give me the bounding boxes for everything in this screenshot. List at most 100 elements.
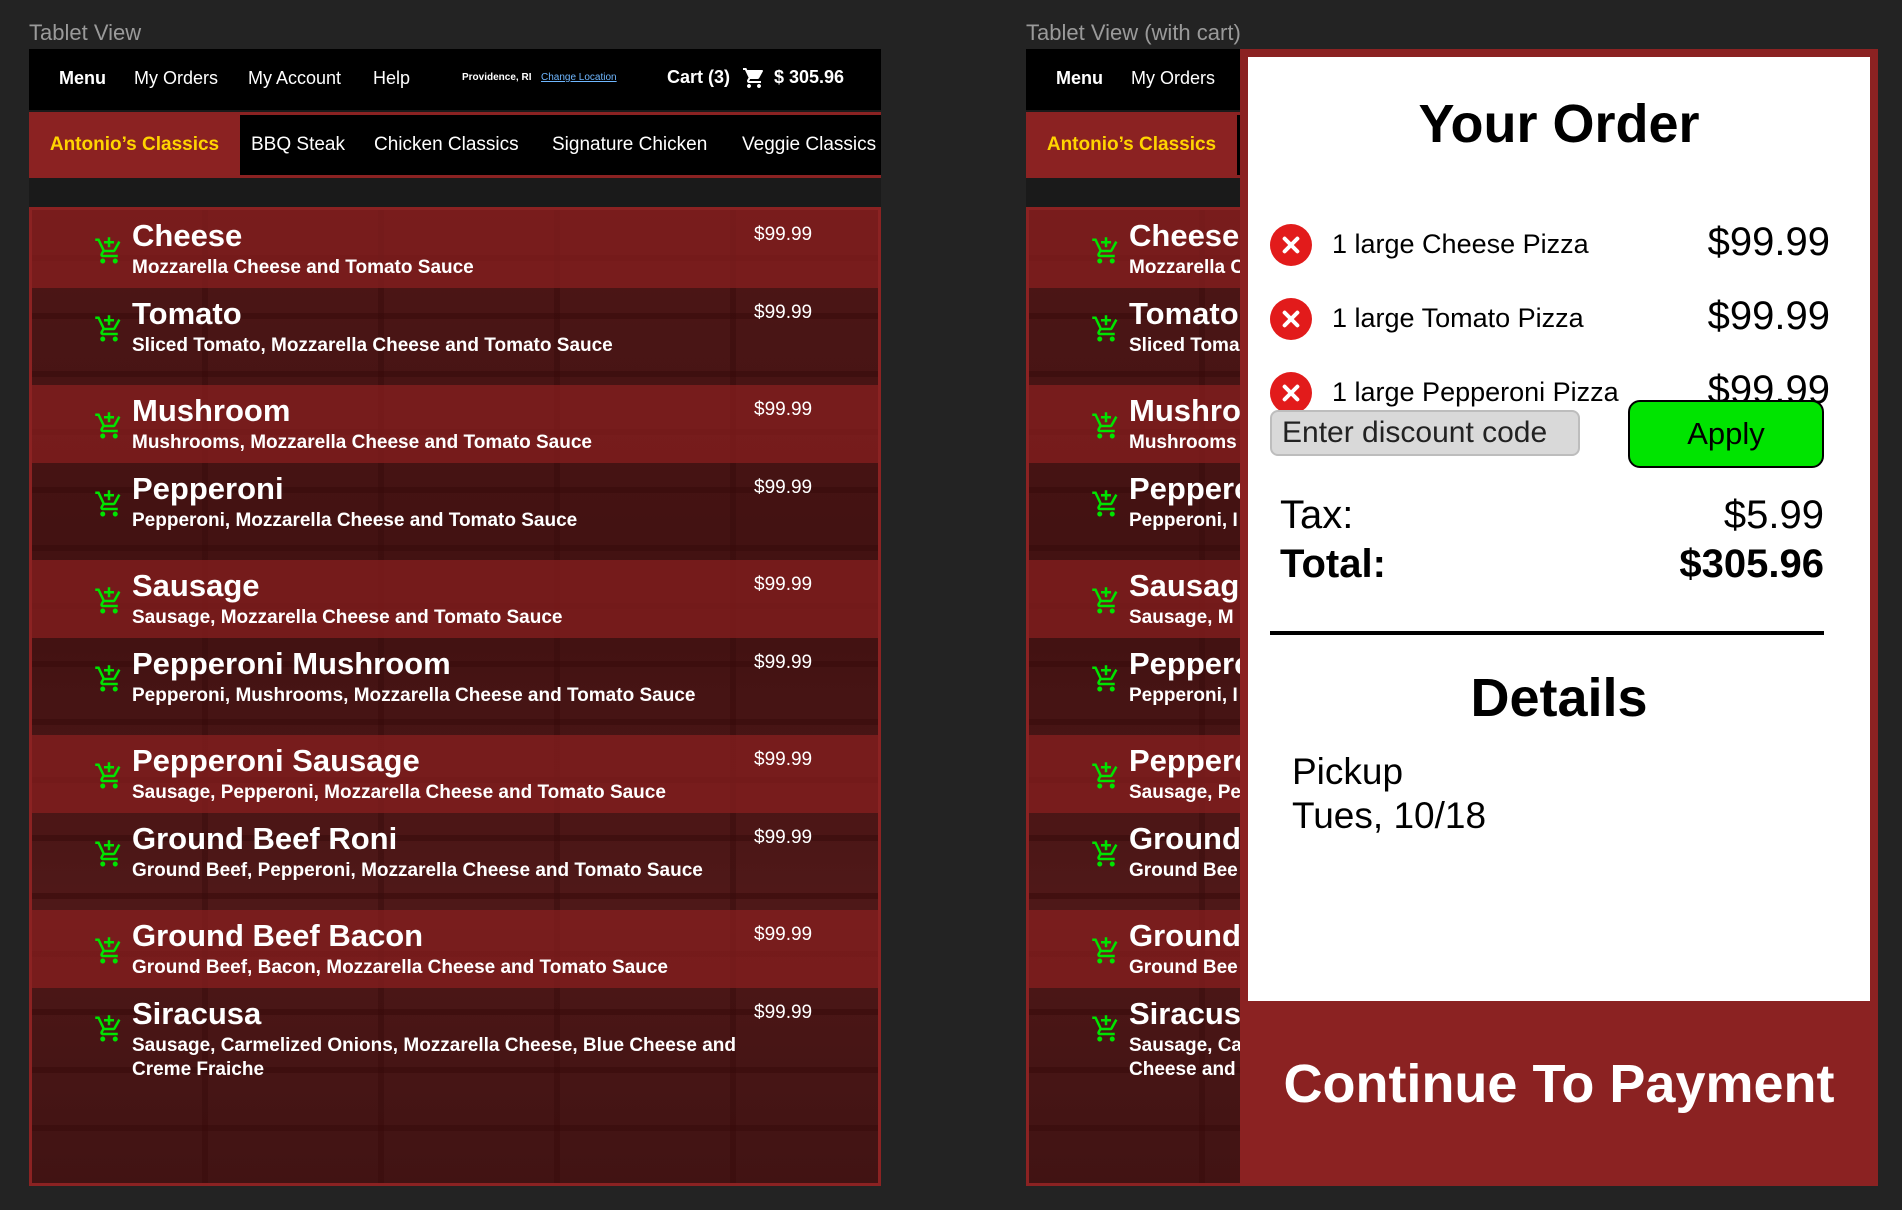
order-item: 1 large Tomato Pizza $99.99: [1270, 294, 1830, 346]
add-to-cart-icon[interactable]: [94, 411, 124, 441]
order-item: 1 large Cheese Pizza $99.99: [1270, 220, 1830, 272]
add-to-cart-icon[interactable]: [1091, 489, 1121, 519]
add-to-cart-icon[interactable]: [1091, 411, 1121, 441]
order-item-label: 1 large Cheese Pizza: [1332, 229, 1589, 259]
menu-item[interactable]: Ground Beef Roni Ground Beef, Pepperoni, …: [32, 813, 878, 910]
add-to-cart-icon[interactable]: [1091, 936, 1121, 966]
nav-my-account[interactable]: My Account: [248, 68, 341, 89]
menu-item[interactable]: Tomato Sliced Tomato, Mozzarella Cheese a…: [32, 288, 878, 385]
add-to-cart-icon[interactable]: [94, 664, 124, 694]
order-summary: Your Order 1 large Cheese Pizza $99.99 1…: [1248, 57, 1870, 1001]
cart-icon[interactable]: [741, 66, 767, 90]
change-location-link[interactable]: Change Location: [541, 72, 617, 83]
nav-menu[interactable]: Menu: [1056, 68, 1103, 89]
menu-item-description: Mushrooms, Mozzarella Cheese and Tomato …: [132, 432, 592, 453]
nav-menu[interactable]: Menu: [59, 68, 106, 89]
total-label: Total:: [1280, 542, 1386, 586]
cart-total: $ 305.96: [774, 67, 845, 87]
menu-item[interactable]: Mushroom Mushrooms, Mozzarella Cheese and…: [32, 385, 878, 463]
menu-item-price: $99.99: [754, 924, 813, 945]
menu-item-name: Mushroom: [132, 393, 291, 428]
location-text: Providence, RI: [462, 72, 532, 83]
menu-item-name: Pepperc: [1129, 471, 1252, 506]
menu-item[interactable]: Cheese Mozzarella Cheese and Tomato Sauce…: [32, 210, 878, 288]
cart-button[interactable]: Cart (3): [667, 67, 730, 88]
remove-item-icon[interactable]: [1270, 298, 1312, 340]
add-to-cart-icon[interactable]: [94, 586, 124, 616]
order-item-label: 1 large Pepperoni Pizza: [1332, 377, 1619, 407]
menu-item-description: Ground Beef, Pepperoni, Mozzarella Chees…: [132, 860, 703, 881]
category-bbq-steak[interactable]: BBQ Steak: [251, 115, 345, 175]
menu-item[interactable]: Ground Beef Bacon Ground Beef, Bacon, Moz…: [32, 910, 878, 988]
menu-item-description: Mozzarella Cheese and Tomato Sauce: [132, 257, 474, 278]
menu-item-price: $99.99: [754, 477, 813, 498]
menu-item-name: Tomato: [1129, 296, 1239, 331]
menu-item-description: Sausage, Pepperoni, Mozzarella Cheese an…: [132, 782, 666, 803]
menu-item-name: Ground Beef Bacon: [132, 918, 424, 953]
menu-item-name: Ground: [1129, 918, 1241, 953]
add-to-cart-icon[interactable]: [94, 839, 124, 869]
menu-item-name: Pepperc: [1129, 646, 1252, 681]
menu-item-price: $99.99: [754, 1002, 813, 1023]
details-date: Tues, 10/18: [1292, 795, 1487, 836]
order-title: Your Order: [1418, 94, 1700, 154]
menu-item-name: Sausage: [1129, 568, 1257, 603]
category-signature-chicken[interactable]: Signature Chicken: [552, 115, 707, 175]
tablet-view: Menu My Orders My Account Help Providenc…: [29, 49, 881, 1186]
nav-help[interactable]: Help: [373, 68, 410, 89]
details-method: Pickup: [1292, 751, 1404, 792]
add-to-cart-icon[interactable]: [1091, 1014, 1121, 1044]
add-to-cart-icon[interactable]: [94, 236, 124, 266]
menu-item-name: Pepperoni Sausage: [132, 743, 420, 778]
menu-item-name: Ground: [1129, 821, 1241, 856]
menu-item-price: $99.99: [754, 399, 813, 420]
frame-label-tablet-cart: Tablet View (with cart): [1026, 20, 1241, 45]
apply-button[interactable]: Apply: [1628, 400, 1824, 468]
continue-to-payment-button[interactable]: Continue To Payment: [1240, 1053, 1878, 1115]
add-to-cart-icon[interactable]: [94, 761, 124, 791]
remove-item-icon[interactable]: [1270, 372, 1312, 414]
menu-item-name: Pepperc: [1129, 743, 1252, 778]
menu-item-name: Cheese: [132, 218, 243, 253]
menu-item-price: $99.99: [754, 652, 813, 673]
add-to-cart-icon[interactable]: [94, 936, 124, 966]
add-to-cart-icon[interactable]: [1091, 236, 1121, 266]
menu-item-price: $99.99: [754, 749, 813, 770]
menu-item-name: Pepperoni: [132, 471, 284, 506]
menu-item-name: Siracus: [1129, 996, 1242, 1031]
category-antonios-classics[interactable]: Antonio’s Classics: [29, 115, 240, 175]
cart-panel: Your Order 1 large Cheese Pizza $99.99 1…: [1240, 49, 1878, 1186]
nav-my-orders[interactable]: My Orders: [134, 68, 218, 89]
category-chicken-classics[interactable]: Chicken Classics: [374, 115, 519, 175]
add-to-cart-icon[interactable]: [1091, 664, 1121, 694]
menu-item[interactable]: Pepperoni Mushroom Pepperoni, Mushrooms, …: [32, 638, 878, 735]
top-nav: Menu My Orders My Account Help Providenc…: [29, 49, 881, 110]
menu-item-price: $99.99: [754, 224, 813, 245]
menu-item-name: Ground Beef Roni: [132, 821, 398, 856]
menu-item-description: Pepperoni, Mushrooms, Mozzarella Cheese …: [132, 685, 696, 706]
menu-item-name: Pepperoni Mushroom: [132, 646, 451, 681]
menu-item-description: Pepperoni, Mozzarella Cheese and Tomato …: [132, 510, 578, 531]
add-to-cart-icon[interactable]: [1091, 761, 1121, 791]
menu-item[interactable]: Pepperoni Pepperoni, Mozzarella Cheese an…: [32, 463, 878, 560]
menu-item-description: Sliced Tomato, Mozzarella Cheese and Tom…: [132, 335, 613, 356]
add-to-cart-icon[interactable]: [94, 314, 124, 344]
category-veggie-classics[interactable]: Veggie Classics: [742, 115, 876, 175]
menu-item[interactable]: Sausage Sausage, Mozzarella Cheese and To…: [32, 560, 878, 638]
menu-item[interactable]: Siracusa Sausage, Carmelized Onions, Mozz…: [32, 988, 878, 1183]
add-to-cart-icon[interactable]: [1091, 839, 1121, 869]
remove-item-icon[interactable]: [1270, 224, 1312, 266]
category-bar: Antonio’s Classics BBQ Steak Chicken Cla…: [29, 112, 881, 178]
menu-item-description: Sausage, Mozzarella Cheese and Tomato Sa…: [132, 607, 563, 628]
menu-item-name: Cheese: [1129, 218, 1240, 253]
add-to-cart-icon[interactable]: [1091, 586, 1121, 616]
add-to-cart-icon[interactable]: [94, 1014, 124, 1044]
total-value: $305.96: [1679, 542, 1824, 586]
menu-item[interactable]: Pepperoni Sausage Sausage, Pepperoni, Moz…: [32, 735, 878, 813]
add-to-cart-icon[interactable]: [1091, 314, 1121, 344]
discount-code-input[interactable]: Enter discount code: [1270, 410, 1580, 456]
nav-my-orders[interactable]: My Orders: [1131, 68, 1215, 89]
category-antonios-classics[interactable]: Antonio’s Classics: [1026, 115, 1237, 175]
menu-item-description: Sausage, Carmelized Onions, Mozzarella C…: [132, 1035, 736, 1080]
add-to-cart-icon[interactable]: [94, 489, 124, 519]
